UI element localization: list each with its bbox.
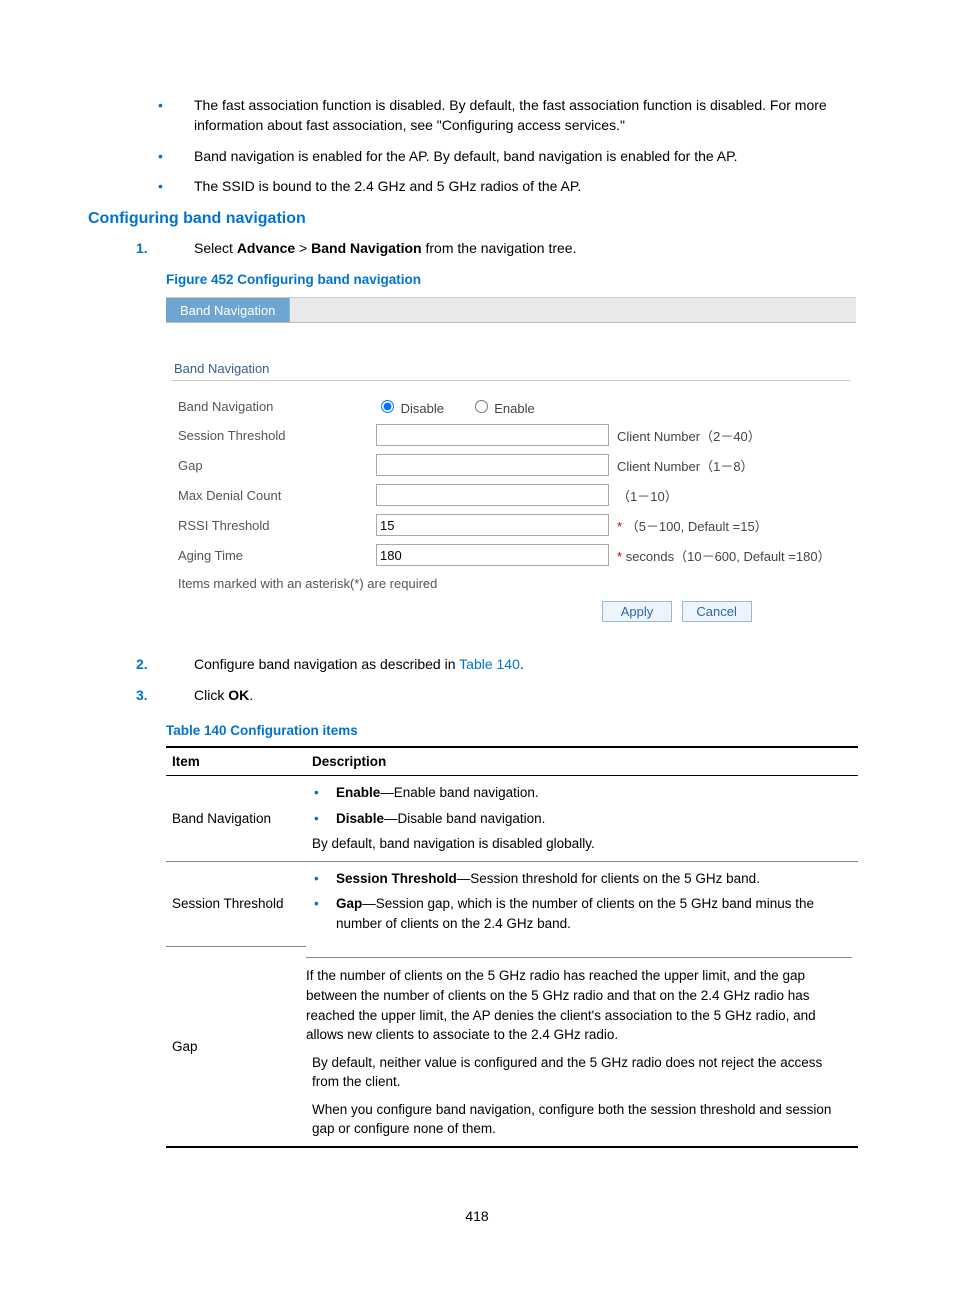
input-max-denial[interactable] bbox=[376, 484, 609, 506]
page-number: 418 bbox=[88, 1208, 866, 1224]
step-bold: Advance bbox=[237, 240, 295, 256]
radio-disable[interactable]: Disable bbox=[376, 401, 444, 416]
step-number: 1. bbox=[136, 238, 148, 258]
label-aging-time: Aging Time bbox=[172, 540, 372, 570]
input-aging-time[interactable] bbox=[376, 544, 609, 566]
hint-aging-time: * seconds（10－600, Default =180） bbox=[613, 540, 850, 570]
label-band-navigation: Band Navigation bbox=[172, 393, 372, 420]
step-1: 1. Select Advance > Band Navigation from… bbox=[136, 238, 866, 258]
label-rssi-threshold: RSSI Threshold bbox=[172, 510, 372, 540]
cell-description: Session Threshold—Session threshold for … bbox=[306, 861, 858, 946]
table-caption: Table 140 Configuration items bbox=[166, 723, 866, 738]
figure-screenshot: Band Navigation Band Navigation Band Nav… bbox=[166, 297, 856, 626]
cell-description: If the number of clients on the 5 GHz ra… bbox=[306, 946, 858, 1147]
config-table: Item Description Band Navigation Enable—… bbox=[166, 746, 858, 1148]
list-item: The fast association function is disable… bbox=[158, 95, 866, 136]
cancel-button[interactable]: Cancel bbox=[682, 601, 752, 622]
table-row: Session Threshold Session Threshold—Sess… bbox=[166, 861, 858, 946]
step-3: 3. Click OK. bbox=[136, 685, 866, 705]
required-note: Items marked with an asterisk(*) are req… bbox=[178, 576, 850, 591]
label-session-threshold: Session Threshold bbox=[172, 420, 372, 450]
tab-band-navigation[interactable]: Band Navigation bbox=[166, 298, 290, 322]
hint-session-threshold: Client Number（2－40） bbox=[613, 420, 850, 450]
cell-item: Gap bbox=[166, 946, 306, 1147]
cell-item: Session Threshold bbox=[166, 861, 306, 946]
input-session-threshold[interactable] bbox=[376, 424, 609, 446]
cell-description: Enable—Enable band navigation. Disable—D… bbox=[306, 776, 858, 862]
hint-gap: Client Number（1－8） bbox=[613, 450, 850, 480]
figure-caption: Figure 452 Configuring band navigation bbox=[166, 272, 866, 287]
list-item: The SSID is bound to the 2.4 GHz and 5 G… bbox=[158, 176, 866, 196]
input-gap[interactable] bbox=[376, 454, 609, 476]
table-row: Gap If the number of clients on the 5 GH… bbox=[166, 946, 858, 1147]
step-2: 2. Configure band navigation as describe… bbox=[136, 654, 866, 674]
radio-enable[interactable]: Enable bbox=[470, 401, 535, 416]
step-bold: Band Navigation bbox=[311, 240, 421, 256]
cell-item: Band Navigation bbox=[166, 776, 306, 862]
section-heading: Configuring band navigation bbox=[88, 210, 866, 228]
step-number: 2. bbox=[136, 654, 148, 674]
apply-button[interactable]: Apply bbox=[602, 601, 672, 622]
table-row: Band Navigation Enable—Enable band navig… bbox=[166, 776, 858, 862]
intro-bullet-list: The fast association function is disable… bbox=[158, 95, 866, 196]
hint-max-denial: （1－10） bbox=[613, 480, 850, 510]
label-max-denial: Max Denial Count bbox=[172, 480, 372, 510]
step-number: 3. bbox=[136, 685, 148, 705]
step-text: Select bbox=[194, 240, 237, 256]
hint-rssi-threshold: * （5－100, Default =15） bbox=[613, 510, 850, 540]
list-item: Band navigation is enabled for the AP. B… bbox=[158, 146, 866, 166]
label-gap: Gap bbox=[172, 450, 372, 480]
input-rssi-threshold[interactable] bbox=[376, 514, 609, 536]
tab-bar: Band Navigation bbox=[166, 298, 856, 323]
col-item: Item bbox=[166, 747, 306, 776]
table-link[interactable]: Table 140 bbox=[459, 656, 520, 672]
col-description: Description bbox=[306, 747, 858, 776]
form-title: Band Navigation bbox=[172, 361, 850, 381]
